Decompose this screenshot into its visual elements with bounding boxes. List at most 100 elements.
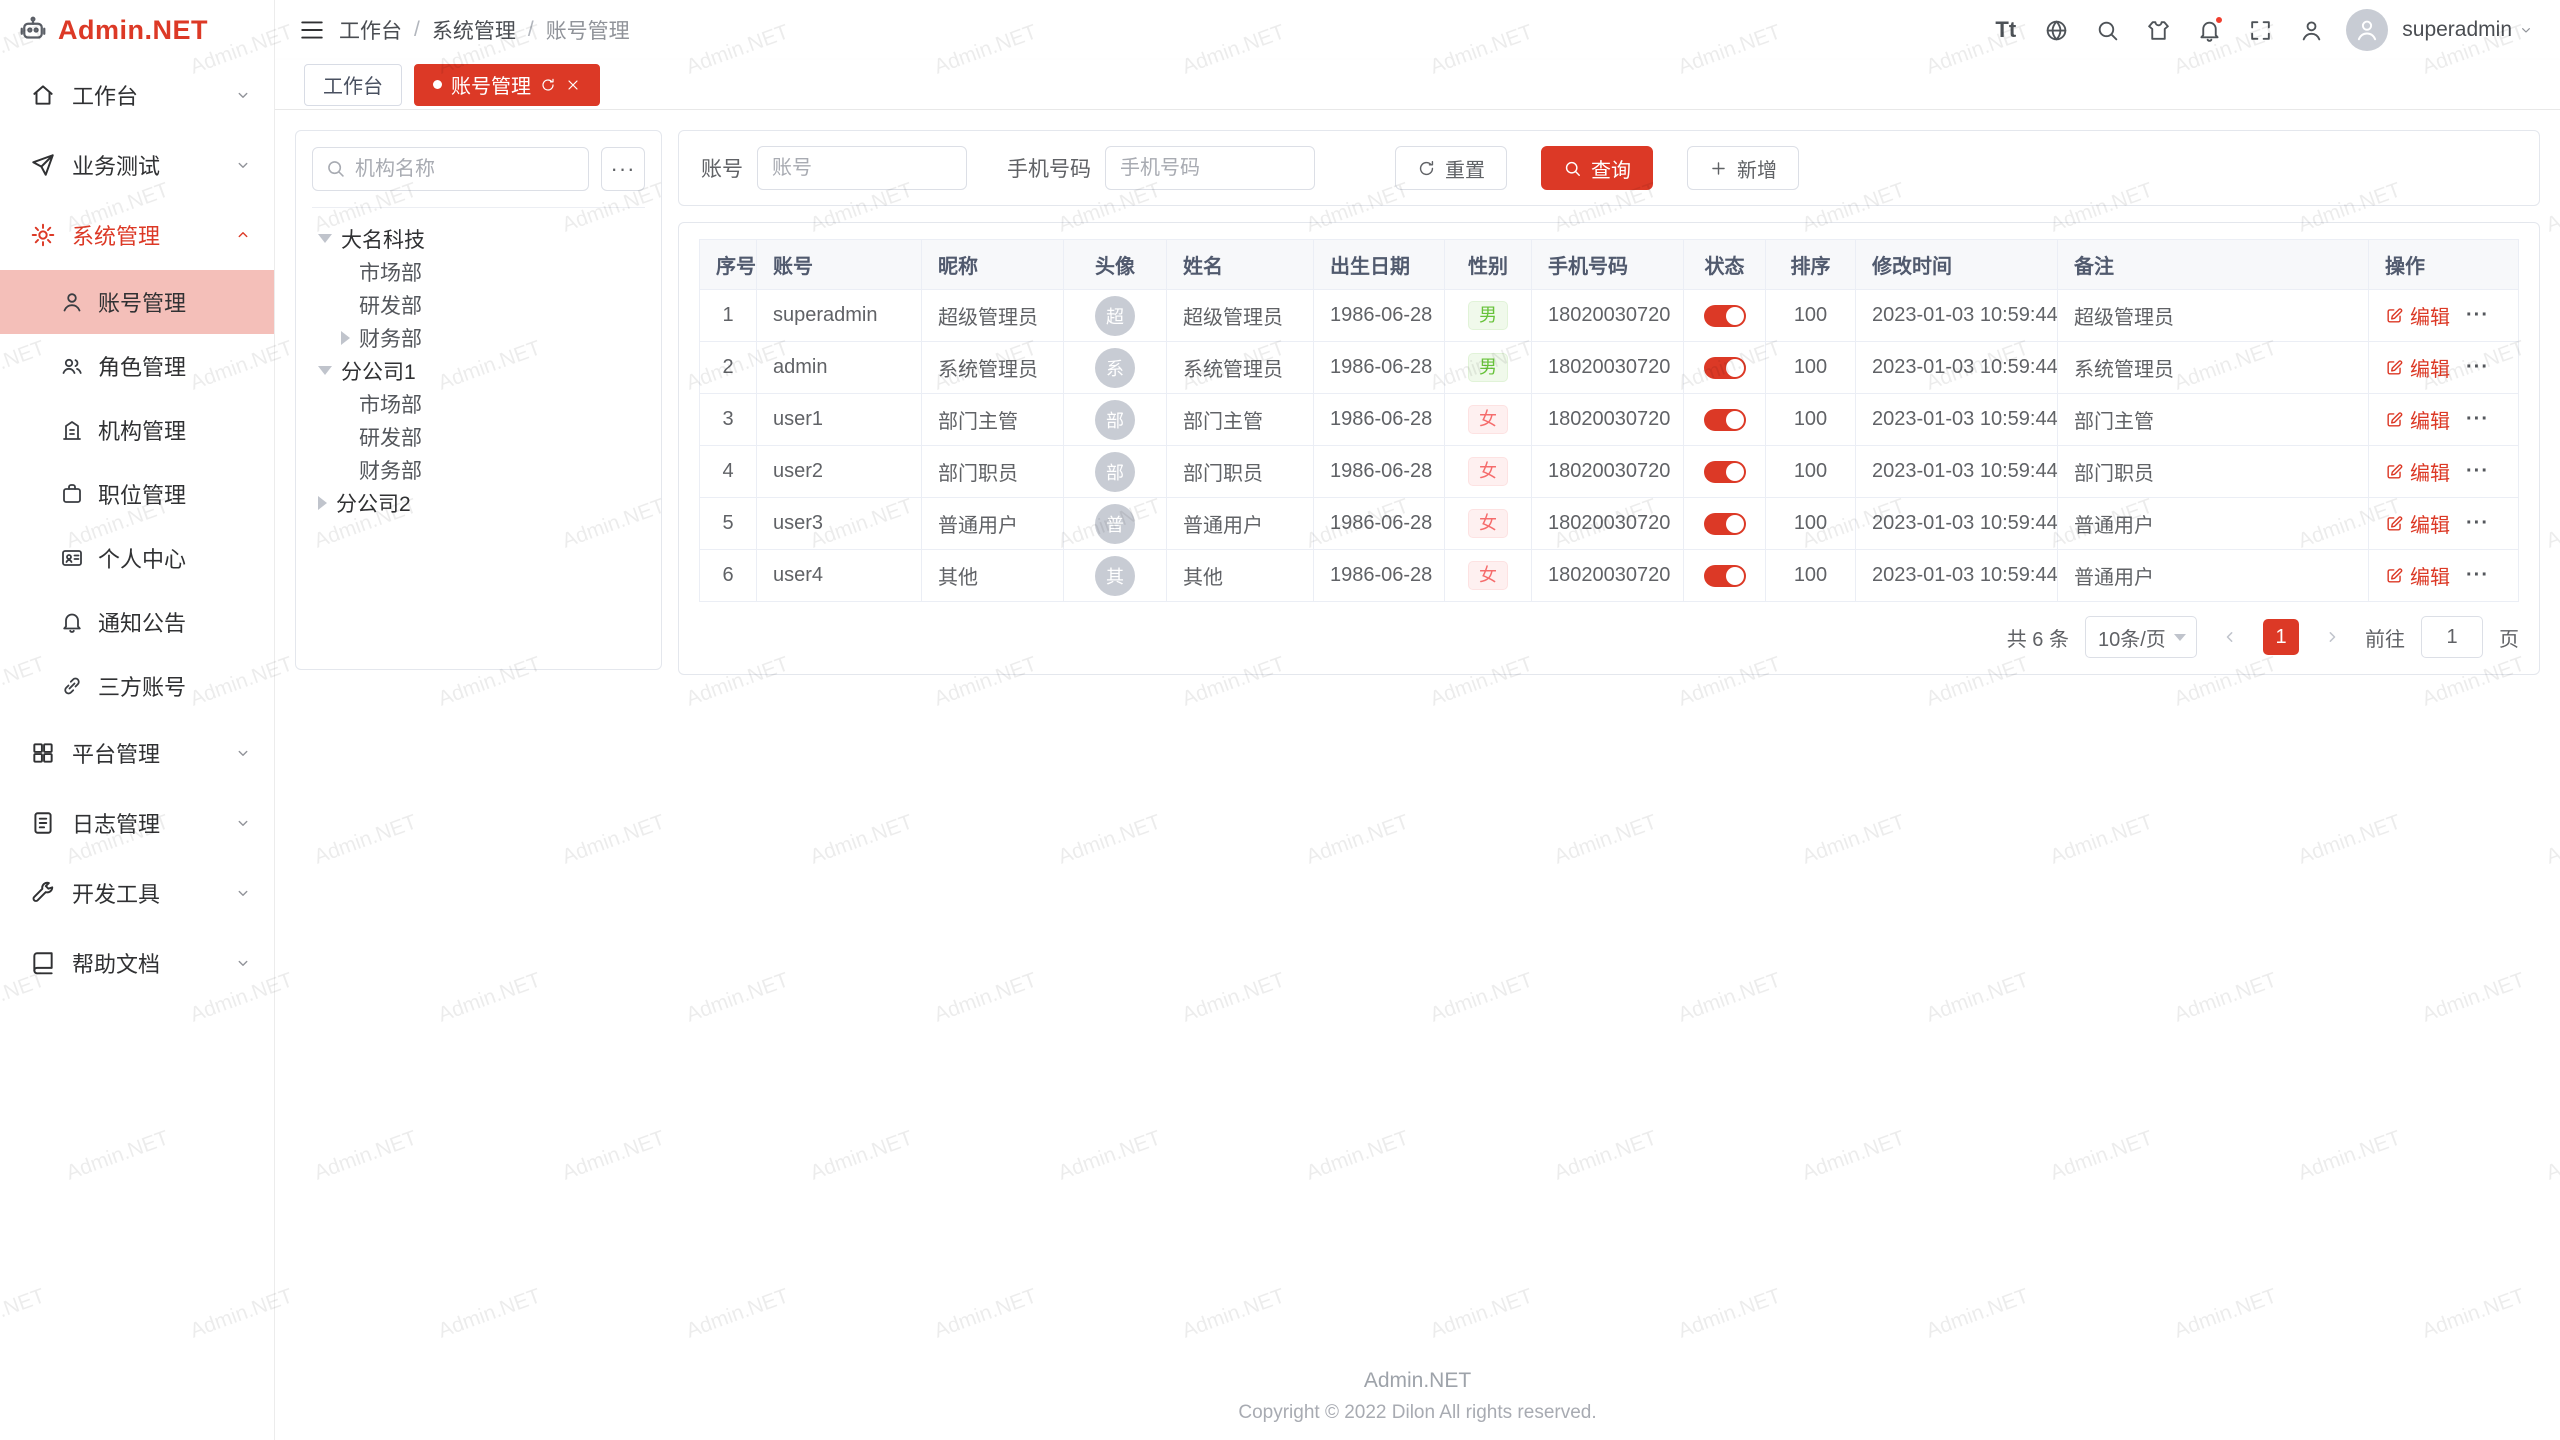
tree-node-label: 研发部 xyxy=(359,290,422,320)
tree-node[interactable]: 财务部 xyxy=(312,321,645,354)
tree-node[interactable]: 分公司2 xyxy=(312,486,645,519)
org-search xyxy=(312,147,589,191)
cell-seq: 6 xyxy=(700,550,757,602)
font-size-button[interactable]: Tt xyxy=(1983,8,2028,53)
tree-node[interactable]: 大名科技 xyxy=(312,222,645,255)
caret-collapsed-icon[interactable] xyxy=(318,496,327,510)
sidebar-item-help-docs[interactable]: 帮助文档 xyxy=(0,928,274,998)
refresh-tab-icon[interactable] xyxy=(540,77,556,93)
org-name-search-input[interactable] xyxy=(312,147,589,191)
tree-node[interactable]: 财务部 xyxy=(312,453,645,486)
tree-node[interactable]: 分公司1 xyxy=(312,354,645,387)
page-number-button[interactable]: 1 xyxy=(2263,619,2299,655)
language-button[interactable] xyxy=(2034,8,2079,53)
font-size-icon: Tt xyxy=(1995,17,2016,43)
edit-button[interactable]: 编辑 xyxy=(2385,353,2450,382)
cell-birth: 1986-06-28 xyxy=(1314,394,1445,446)
theme-skin-button[interactable] xyxy=(2136,8,2181,53)
profile-settings-button[interactable] xyxy=(2289,8,2334,53)
goto-page-input[interactable] xyxy=(2421,616,2483,658)
app-logo-text: Admin.NET xyxy=(58,15,208,46)
sidebar-item-notice[interactable]: 通知公告 xyxy=(0,590,274,654)
cell-account: user4 xyxy=(757,550,922,602)
sidebar-item-dev-tools[interactable]: 开发工具 xyxy=(0,858,274,928)
reset-button[interactable]: 重置 xyxy=(1395,146,1507,190)
breadcrumb-item[interactable]: 系统管理 xyxy=(432,15,516,45)
sidebar-item-position-management[interactable]: 职位管理 xyxy=(0,462,274,526)
org-more-button[interactable]: ··· xyxy=(601,147,645,191)
tab-account-management[interactable]: 账号管理 xyxy=(414,64,600,106)
global-search-button[interactable] xyxy=(2085,8,2130,53)
search-button[interactable]: 查询 xyxy=(1541,146,1653,190)
caret-expanded-icon[interactable] xyxy=(318,366,332,375)
cell-remark: 超级管理员 xyxy=(2058,290,2369,342)
sidebar-item-label: 平台管理 xyxy=(72,737,234,769)
sidebar-item-business-test[interactable]: 业务测试 xyxy=(0,130,274,200)
sidebar-item-workbench[interactable]: 工作台 xyxy=(0,60,274,130)
search-icon xyxy=(325,158,346,179)
prev-page-button[interactable] xyxy=(2213,620,2247,654)
breadcrumb: 工作台 / 系统管理 / 账号管理 xyxy=(339,15,630,45)
caret-collapsed-icon[interactable] xyxy=(341,331,350,345)
close-tab-icon[interactable] xyxy=(565,77,581,93)
hamburger-menu-icon[interactable] xyxy=(299,17,325,43)
sidebar-item-platform-management[interactable]: 平台管理 xyxy=(0,718,274,788)
role-icon xyxy=(60,354,84,378)
edit-icon xyxy=(2385,514,2404,533)
phone-input[interactable] xyxy=(1105,146,1315,190)
tree-node[interactable]: 研发部 xyxy=(312,420,645,453)
tree-node[interactable]: 市场部 xyxy=(312,255,645,288)
row-more-actions-button[interactable]: ··· xyxy=(2466,512,2489,535)
sidebar-item-system-management[interactable]: 系统管理 xyxy=(0,200,274,270)
user-avatar[interactable] xyxy=(2346,9,2388,51)
edit-button[interactable]: 编辑 xyxy=(2385,561,2450,590)
sidebar-item-label: 机构管理 xyxy=(98,414,186,446)
account-input[interactable] xyxy=(757,146,967,190)
sidebar-item-label: 业务测试 xyxy=(72,149,234,181)
robot-logo-icon xyxy=(18,15,48,45)
edit-button[interactable]: 编辑 xyxy=(2385,405,2450,434)
pagination-total: 共 6 条 xyxy=(2007,623,2069,652)
sidebar-item-third-party-account[interactable]: 三方账号 xyxy=(0,654,274,718)
status-toggle[interactable] xyxy=(1704,409,1746,431)
status-toggle[interactable] xyxy=(1704,461,1746,483)
row-more-actions-button[interactable]: ··· xyxy=(2466,460,2489,483)
cell-avatar: 其 xyxy=(1064,550,1167,602)
next-page-button[interactable] xyxy=(2315,620,2349,654)
person-icon xyxy=(2299,18,2324,43)
edit-button[interactable]: 编辑 xyxy=(2385,509,2450,538)
fullscreen-button[interactable] xyxy=(2238,8,2283,53)
cell-avatar: 部 xyxy=(1064,446,1167,498)
page-size-select[interactable]: 10条/页 xyxy=(2085,616,2197,658)
status-toggle[interactable] xyxy=(1704,513,1746,535)
edit-button[interactable]: 编辑 xyxy=(2385,301,2450,330)
row-more-actions-button[interactable]: ··· xyxy=(2466,408,2489,431)
sidebar-item-personal-center[interactable]: 个人中心 xyxy=(0,526,274,590)
row-more-actions-button[interactable]: ··· xyxy=(2466,356,2489,379)
tab-workbench[interactable]: 工作台 xyxy=(304,64,402,106)
notification-button[interactable] xyxy=(2187,8,2232,53)
status-toggle[interactable] xyxy=(1704,357,1746,379)
app-logo[interactable]: Admin.NET xyxy=(0,0,274,60)
sidebar-item-role-management[interactable]: 角色管理 xyxy=(0,334,274,398)
caret-expanded-icon[interactable] xyxy=(318,234,332,243)
cell-birth: 1986-06-28 xyxy=(1314,290,1445,342)
tree-node[interactable]: 研发部 xyxy=(312,288,645,321)
col-phone: 手机号码 xyxy=(1532,240,1684,290)
breadcrumb-separator: / xyxy=(528,18,534,42)
sidebar-item-account-management[interactable]: 账号管理 xyxy=(0,270,274,334)
row-more-actions-button[interactable]: ··· xyxy=(2466,304,2489,327)
user-menu[interactable]: superadmin xyxy=(2402,18,2534,42)
status-toggle[interactable] xyxy=(1704,565,1746,587)
sidebar-item-label: 系统管理 xyxy=(72,219,234,251)
sidebar-item-org-management[interactable]: 机构管理 xyxy=(0,398,274,462)
cell-actions: 编辑 ··· xyxy=(2369,290,2519,342)
breadcrumb-item[interactable]: 工作台 xyxy=(339,15,402,45)
tree-node[interactable]: 市场部 xyxy=(312,387,645,420)
status-toggle[interactable] xyxy=(1704,305,1746,327)
cell-nickname: 部门主管 xyxy=(922,394,1064,446)
edit-button[interactable]: 编辑 xyxy=(2385,457,2450,486)
add-button[interactable]: 新增 xyxy=(1687,146,1799,190)
row-more-actions-button[interactable]: ··· xyxy=(2466,564,2489,587)
sidebar-item-log-management[interactable]: 日志管理 xyxy=(0,788,274,858)
